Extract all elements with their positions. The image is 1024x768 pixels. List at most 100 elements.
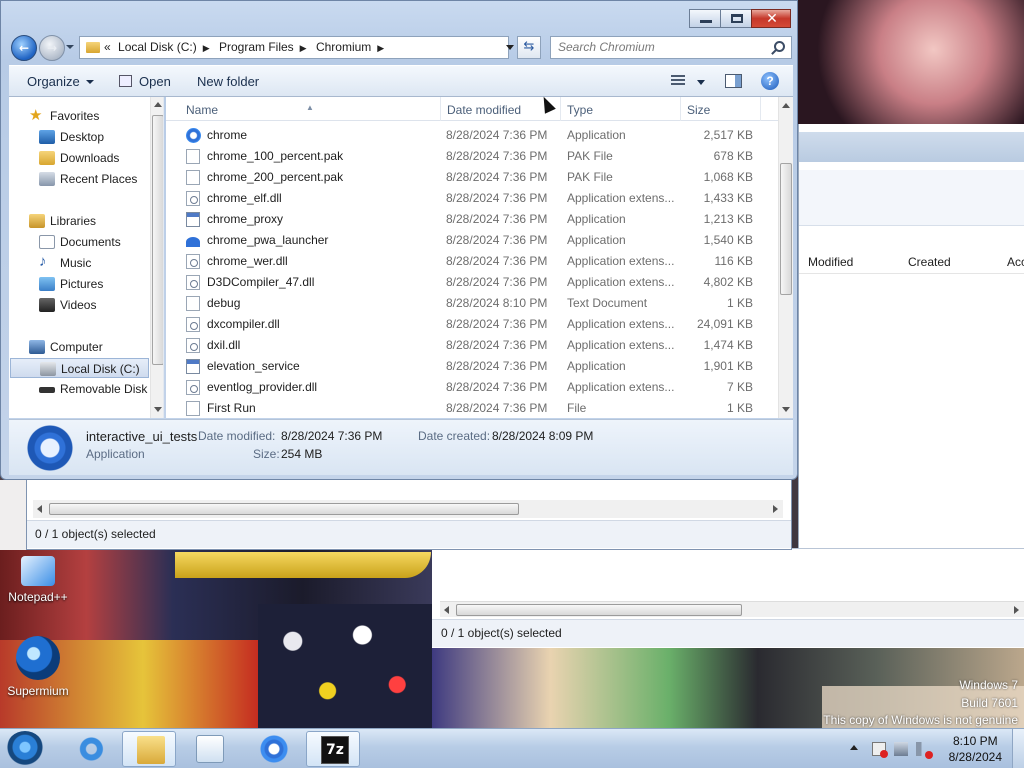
column-header-type[interactable]: Type	[567, 103, 593, 117]
nav-downloads[interactable]: Downloads	[9, 148, 149, 168]
preview-pane-icon[interactable]	[725, 74, 742, 88]
close-button[interactable]: ✕	[751, 9, 791, 28]
desktop-shortcut-notepad[interactable]: Notepad++	[2, 556, 74, 604]
file-row[interactable]: chrome_wer.dll 8/28/2024 7:36 PM Applicati…	[166, 251, 778, 272]
file-name: chrome_pwa_launcher	[207, 233, 329, 247]
open-file-dialog[interactable]: ✕ ← → « Local Disk (C:) ▶ Program Files ▶ …	[0, 0, 798, 480]
desktop-shortcut-supermium[interactable]: Supermium	[2, 636, 74, 698]
column-header-size[interactable]: Size	[687, 103, 710, 117]
minimize-button[interactable]	[689, 9, 721, 28]
scroll-up-icon[interactable]	[782, 103, 790, 108]
nav-videos[interactable]: Videos	[9, 295, 149, 315]
taskbar-windows-explorer[interactable]	[122, 731, 176, 767]
address-bar[interactable]: « Local Disk (C:) ▶ Program Files ▶ Chromi…	[79, 36, 514, 59]
chevron-right-icon[interactable]: ▶	[300, 43, 307, 53]
explorer-window-behind-dialog[interactable]: 0 / 1 object(s) selected	[26, 478, 792, 550]
file-row[interactable]: D3DCompiler_47.dll 8/28/2024 7:36 PM Appli…	[166, 272, 778, 293]
navigation-scrollbar[interactable]	[150, 97, 163, 418]
column-modified[interactable]: Modified	[808, 255, 853, 269]
file-name: debug	[207, 296, 241, 310]
new-folder-button[interactable]: New folder	[197, 74, 259, 89]
show-desktop-button[interactable]	[1012, 729, 1024, 768]
horizontal-scrollbar[interactable]	[440, 601, 1024, 617]
nav-label: Videos	[60, 298, 97, 312]
views-dropdown-icon[interactable]	[697, 80, 705, 85]
chevron-right-icon[interactable]: ▶	[203, 43, 210, 53]
scrollbar-thumb[interactable]	[456, 604, 742, 616]
back-button[interactable]: ←	[11, 35, 37, 61]
file-type: Application extens...	[567, 317, 675, 331]
scroll-left-icon[interactable]	[444, 606, 449, 614]
column-header-name[interactable]: Name	[186, 103, 218, 117]
column-header-date-modified[interactable]: Date modified	[447, 103, 521, 117]
file-row[interactable]: chrome_proxy 8/28/2024 7:36 PM Application…	[166, 209, 778, 230]
breadcrumb-chromium[interactable]: Chromium	[316, 40, 371, 54]
nav-documents[interactable]: Documents	[9, 232, 149, 252]
file-row[interactable]: dxcompiler.dll 8/28/2024 7:36 PM Applicati…	[166, 314, 778, 335]
search-icon[interactable]	[774, 41, 785, 52]
navigation-pane[interactable]: ★ Favorites Desktop Downloads Recent Pla…	[9, 97, 164, 418]
taskbar-media-player[interactable]	[182, 731, 236, 767]
nav-computer[interactable]: Computer	[9, 337, 149, 357]
organize-button[interactable]: Organize	[27, 74, 94, 89]
maximize-button[interactable]	[720, 9, 752, 28]
volume-icon[interactable]	[916, 742, 933, 759]
background-explorer-window-bottom[interactable]: 0 / 1 object(s) selected	[432, 548, 1024, 648]
file-row[interactable]: chrome 8/28/2024 7:36 PM Application 2,517 …	[166, 125, 778, 146]
nav-local-disk[interactable]: Local Disk (C:)	[10, 358, 149, 378]
address-dropdown-icon[interactable]	[506, 45, 514, 50]
nav-pictures[interactable]: Pictures	[9, 274, 149, 294]
file-row[interactable]: chrome_elf.dll 8/28/2024 7:36 PM Applicati…	[166, 188, 778, 209]
file-row[interactable]: dxil.dll 8/28/2024 7:36 PM Application ext…	[166, 335, 778, 356]
column-acc[interactable]: Acc	[1007, 255, 1024, 269]
breadcrumb-program-files[interactable]: Program Files	[219, 40, 294, 54]
file-row[interactable]: chrome_100_percent.pak 8/28/2024 7:36 PM P…	[166, 146, 778, 167]
views-icon[interactable]	[671, 75, 685, 87]
taskbar-7zip[interactable]: 7z	[306, 731, 360, 767]
refresh-button[interactable]: ⇆	[517, 36, 541, 59]
scroll-right-icon[interactable]	[1014, 606, 1019, 614]
scroll-right-icon[interactable]	[773, 505, 778, 513]
show-hidden-icons[interactable]	[850, 745, 858, 750]
breadcrumb-overflow[interactable]: «	[104, 40, 111, 54]
network-icon[interactable]	[894, 742, 908, 756]
open-button[interactable]: Open	[119, 74, 171, 89]
scroll-up-icon[interactable]	[154, 102, 162, 107]
forward-button[interactable]: →	[39, 35, 65, 61]
scrollbar-thumb[interactable]	[780, 163, 792, 295]
scrollbar-thumb[interactable]	[152, 115, 163, 365]
file-row[interactable]: chrome_pwa_launcher 8/28/2024 7:36 PM Appl…	[166, 230, 778, 251]
file-list[interactable]: ▲ Name Date modified Type Size chrome 8/2…	[166, 97, 793, 418]
horizontal-scrollbar[interactable]	[33, 500, 783, 518]
file-row[interactable]: debug 8/28/2024 8:10 PM Text Document 1 KB	[166, 293, 778, 314]
chevron-right-icon[interactable]: ▶	[377, 43, 384, 53]
file-row[interactable]: elevation_service 8/28/2024 7:36 PM Applic…	[166, 356, 778, 377]
search-box[interactable]: Search Chromium	[550, 36, 792, 59]
scroll-left-icon[interactable]	[37, 505, 42, 513]
help-icon[interactable]: ?	[761, 72, 779, 90]
taskbar-internet-explorer[interactable]	[62, 731, 116, 767]
search-input[interactable]: Search Chromium	[558, 40, 655, 54]
nav-removable-disk[interactable]: Removable Disk (	[9, 379, 155, 399]
file-row[interactable]: eventlog_provider.dll 8/28/2024 7:36 PM Ap…	[166, 377, 778, 398]
file-row[interactable]: First Run 8/28/2024 7:36 PM File 1 KB	[166, 398, 778, 418]
action-center-icon[interactable]	[872, 742, 888, 758]
details-modified-value: 8/28/2024 7:36 PM	[281, 429, 383, 443]
nav-music[interactable]: ♪ Music	[9, 253, 149, 273]
start-button[interactable]	[6, 731, 44, 767]
scrollbar-thumb[interactable]	[49, 503, 519, 515]
nav-libraries[interactable]: Libraries	[9, 211, 149, 231]
breadcrumb-local-disk[interactable]: Local Disk (C:)	[118, 40, 197, 54]
file-type: Application	[567, 212, 626, 226]
scroll-down-icon[interactable]	[154, 407, 162, 412]
file-list-scrollbar[interactable]	[778, 97, 793, 418]
nav-recent-places[interactable]: Recent Places	[9, 169, 149, 189]
nav-desktop[interactable]: Desktop	[9, 127, 149, 147]
recent-pages-dropdown-icon[interactable]	[66, 45, 74, 49]
column-created[interactable]: Created	[908, 255, 951, 269]
scroll-down-icon[interactable]	[782, 407, 790, 412]
nav-favorites[interactable]: ★ Favorites	[9, 106, 149, 126]
file-row[interactable]: chrome_200_percent.pak 8/28/2024 7:36 PM P…	[166, 167, 778, 188]
taskbar-chromium[interactable]	[246, 731, 300, 767]
clock[interactable]: 8:10 PM 8/28/2024	[949, 733, 1002, 765]
